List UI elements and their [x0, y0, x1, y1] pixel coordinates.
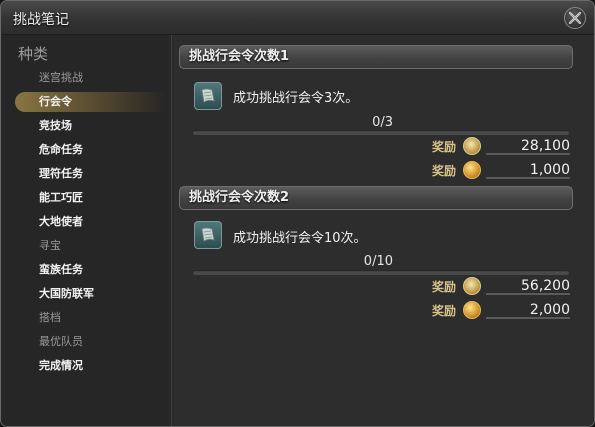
sidebar-item-label: 行会令	[39, 95, 72, 108]
reward-value: 56,200	[486, 278, 570, 295]
reward-value: 28,100	[486, 138, 570, 155]
sidebar-item-dungeon-challenge[interactable]: 迷宫挑战	[15, 68, 165, 88]
sidebar-item-grand-company[interactable]: 大国防联军	[15, 284, 165, 304]
challenge-log-window: 挑战笔记 种类 迷宫挑战 行会令 竞技场 危命任务 理符任务 能工巧匠 大地使者…	[0, 0, 595, 427]
sidebar-item-beast-tribe[interactable]: 蛮族任务	[15, 260, 165, 280]
challenge-header: 挑战行会令次数2	[179, 186, 573, 210]
progress-bar	[193, 270, 569, 275]
sidebar-item-label: 竞技场	[39, 119, 72, 132]
progress-count: 0/3	[372, 115, 393, 130]
sidebar-divider	[170, 35, 172, 426]
seals-icon	[463, 137, 481, 155]
sidebar-item-label: 寻宝	[39, 239, 61, 252]
reward-value: 1,000	[486, 162, 570, 179]
close-button[interactable]	[564, 7, 586, 29]
category-sidebar: 种类 迷宫挑战 行会令 竞技场 危命任务 理符任务 能工巧匠 大地使者 寻宝 蛮…	[1, 35, 169, 426]
sidebar-item-label: 搭档	[39, 311, 61, 324]
sidebar-item-commendation[interactable]: 最优队员	[15, 332, 165, 352]
challenge-header: 挑战行会令次数1	[179, 45, 573, 69]
progress-count: 0/10	[363, 254, 393, 269]
task-icon	[194, 221, 222, 249]
category-heading: 种类	[18, 45, 49, 63]
reward-label: 奖励	[432, 280, 457, 294]
reward-label: 奖励	[432, 140, 457, 154]
sidebar-item-completion[interactable]: 完成情况	[15, 356, 165, 376]
reward-label: 奖励	[432, 304, 457, 318]
progress-bar	[193, 130, 569, 135]
sidebar-item-label: 最优队员	[39, 335, 83, 348]
challenge-description: 成功挑战行会令3次。	[233, 91, 359, 106]
sidebar-item-guildhests[interactable]: 行会令	[15, 92, 165, 112]
gil-icon	[463, 301, 481, 319]
sidebar-item-label: 完成情况	[39, 359, 83, 372]
reward-label: 奖励	[432, 164, 457, 178]
sidebar-item-label: 迷宫挑战	[39, 71, 83, 84]
sidebar-item-label: 理符任务	[39, 167, 83, 180]
sidebar-item-label: 大地使者	[39, 215, 83, 228]
sidebar-item-gathering[interactable]: 大地使者	[15, 212, 165, 232]
sidebar-item-label: 能工巧匠	[39, 191, 83, 204]
seals-icon	[463, 277, 481, 295]
scroll-icon	[201, 227, 215, 242]
title-bar[interactable]: 挑战笔记	[1, 1, 594, 35]
sidebar-item-label: 大国防联军	[39, 287, 94, 300]
sidebar-item-crafting[interactable]: 能工巧匠	[15, 188, 165, 208]
challenge-description: 成功挑战行会令10次。	[233, 231, 367, 246]
sidebar-item-leves[interactable]: 理符任务	[15, 164, 165, 184]
close-icon	[568, 11, 582, 25]
sidebar-item-label: 蛮族任务	[39, 263, 83, 276]
sidebar-item-companion[interactable]: 搭档	[15, 308, 165, 328]
sidebar-item-pvp[interactable]: 竞技场	[15, 116, 165, 136]
sidebar-item-fates[interactable]: 危命任务	[15, 140, 165, 160]
sidebar-item-label: 危命任务	[39, 143, 83, 156]
reward-value: 2,000	[486, 302, 570, 319]
gil-icon	[463, 161, 481, 179]
scroll-icon	[201, 88, 215, 103]
challenge-list: 挑战行会令次数1 成功挑战行会令3次。 0/3 奖励 28,100 奖励 1,0…	[173, 35, 594, 426]
window-title: 挑战笔记	[13, 12, 69, 28]
task-icon	[194, 82, 222, 110]
sidebar-item-treasure-hunt[interactable]: 寻宝	[15, 236, 165, 256]
